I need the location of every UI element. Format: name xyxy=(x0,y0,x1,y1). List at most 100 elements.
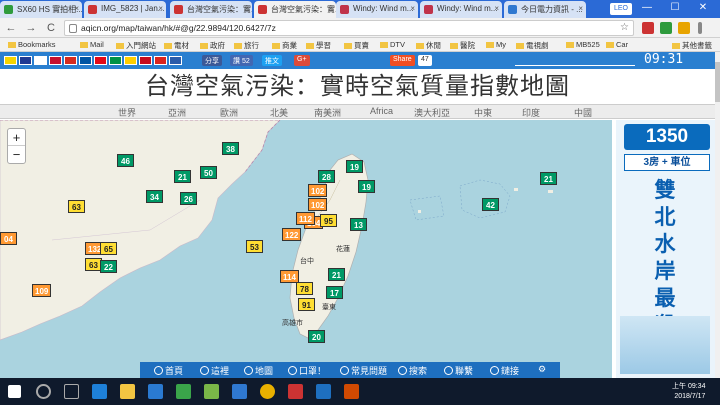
region-link[interactable]: 亞洲 xyxy=(168,106,186,119)
aqi-station-marker[interactable]: 21 xyxy=(174,170,191,183)
app-icon[interactable] xyxy=(344,384,359,399)
aqi-station-marker[interactable]: 19 xyxy=(358,180,375,193)
bookmark-item[interactable]: 學習 xyxy=(306,40,331,51)
region-link[interactable]: 北美 xyxy=(270,106,288,119)
facebook-share-button[interactable]: 分享 xyxy=(202,55,222,66)
language-flag-icon[interactable] xyxy=(169,56,182,65)
language-flag-icon[interactable] xyxy=(94,56,107,65)
menu-icon[interactable] xyxy=(698,22,702,34)
bottom-nav-item[interactable]: ⚙ xyxy=(538,364,546,375)
tab-close-icon[interactable]: × xyxy=(74,4,79,13)
bottom-nav-item[interactable]: 這裡 xyxy=(200,364,229,377)
language-flag-icon[interactable] xyxy=(49,56,62,65)
aqi-station-marker[interactable]: 63 xyxy=(68,200,85,213)
region-link[interactable]: 歐洲 xyxy=(220,106,238,119)
tab-close-icon[interactable]: × xyxy=(494,4,499,13)
user-badge[interactable]: LEO xyxy=(610,3,632,15)
forward-button[interactable]: → xyxy=(24,21,38,35)
region-link[interactable]: 中東 xyxy=(474,106,492,119)
taskbar-clock[interactable]: 上午 09:34 2018/7/17 xyxy=(672,382,705,402)
extension-icon[interactable] xyxy=(660,22,672,34)
language-flag-icon[interactable] xyxy=(19,56,32,65)
site-search-input[interactable] xyxy=(515,55,635,66)
aqi-station-marker[interactable]: 102 xyxy=(308,198,328,211)
extension-icon[interactable] xyxy=(678,22,690,34)
aqi-station-marker[interactable]: 112 xyxy=(296,212,315,225)
bottom-nav-item[interactable]: 鏈接 xyxy=(490,364,519,377)
task-view-icon[interactable] xyxy=(64,384,79,399)
aqi-station-marker[interactable]: 91 xyxy=(298,298,315,311)
minimize-button[interactable]: — xyxy=(636,2,658,16)
tab-close-icon[interactable]: × xyxy=(328,4,333,13)
share-button[interactable]: Share xyxy=(390,55,415,66)
bottom-nav-item[interactable]: 口罩！ xyxy=(288,364,326,377)
back-button[interactable]: ← xyxy=(4,21,18,35)
search-icon[interactable] xyxy=(36,384,51,399)
bottom-nav-item[interactable]: 聯繫 xyxy=(444,364,473,377)
language-flag-icon[interactable] xyxy=(34,56,47,65)
language-flag-icon[interactable] xyxy=(79,56,92,65)
aqi-station-marker[interactable]: 65 xyxy=(100,242,117,255)
region-link[interactable]: 世界 xyxy=(118,106,136,119)
file-explorer-icon[interactable] xyxy=(120,384,135,399)
bookmark-item[interactable]: My xyxy=(486,40,506,49)
aqi-station-marker[interactable]: 22 xyxy=(100,260,117,273)
bookmark-item[interactable]: 買賣 xyxy=(344,40,369,51)
browser-tab[interactable]: Windy: Wind m... × xyxy=(420,1,502,18)
region-link[interactable]: 印度 xyxy=(522,106,540,119)
aqi-station-marker[interactable]: 26 xyxy=(180,192,197,205)
star-icon[interactable]: ☆ xyxy=(620,22,629,33)
language-flag-icon[interactable] xyxy=(139,56,152,65)
aqi-station-marker[interactable]: 78 xyxy=(296,282,313,295)
aqi-station-marker[interactable]: 34 xyxy=(146,190,163,203)
chrome-icon[interactable] xyxy=(260,384,275,399)
browser-tab[interactable]: SX60 HS 實拍相... × xyxy=(0,1,82,18)
zoom-in-button[interactable]: + xyxy=(8,129,25,146)
aqi-station-marker[interactable]: 46 xyxy=(117,154,134,167)
app-icon[interactable] xyxy=(316,384,331,399)
extension-icon[interactable] xyxy=(642,22,654,34)
bookmark-other[interactable]: 其他書籤 xyxy=(672,40,712,51)
like-button[interactable]: 讚 52 xyxy=(230,55,253,66)
aqi-station-marker[interactable]: 42 xyxy=(482,198,499,211)
region-link[interactable]: 南美洲 xyxy=(314,106,341,119)
tab-close-icon[interactable]: × xyxy=(158,4,163,13)
app-icon[interactable] xyxy=(176,384,191,399)
tab-close-icon[interactable]: × xyxy=(244,4,249,13)
aqi-station-marker[interactable]: 109 xyxy=(32,284,52,297)
bottom-nav-item[interactable]: 常見問題 xyxy=(340,364,387,377)
region-link[interactable]: 澳大利亞 xyxy=(414,106,450,119)
google-plus-button[interactable]: G+ xyxy=(294,55,310,66)
bookmark-item[interactable]: DTV xyxy=(380,40,405,49)
bookmark-item[interactable]: 休閒 xyxy=(416,40,441,51)
bottom-nav-item[interactable]: 首頁 xyxy=(154,364,183,377)
bookmark-item[interactable]: 電材 xyxy=(164,40,189,51)
zoom-out-button[interactable]: − xyxy=(8,146,25,163)
aqi-station-marker[interactable]: 50 xyxy=(200,166,217,179)
aqi-station-marker[interactable]: 95 xyxy=(320,214,337,227)
aqi-station-marker[interactable]: 53 xyxy=(246,240,263,253)
bookmark-item[interactable]: Car xyxy=(606,40,628,49)
edge-icon[interactable] xyxy=(92,384,107,399)
bookmark-item[interactable]: 入門網站 xyxy=(116,40,156,51)
advertisement[interactable]: 1350 3房 + 車位 雙北水岸最殺價 xyxy=(616,120,715,378)
bookmark-item[interactable]: MB525 xyxy=(566,40,600,49)
page-scrollbar[interactable] xyxy=(715,52,720,378)
bottom-nav-item[interactable]: 搜索 xyxy=(398,364,427,377)
aqi-station-marker[interactable]: 21 xyxy=(540,172,557,185)
language-flag-icon[interactable] xyxy=(4,56,17,65)
bookmark-item[interactable]: Mail xyxy=(80,40,104,49)
aqi-station-marker[interactable]: 21 xyxy=(328,268,345,281)
aqi-station-marker[interactable]: 13 xyxy=(350,218,367,231)
aqi-station-marker[interactable]: 38 xyxy=(222,142,239,155)
aqi-station-marker[interactable]: 28 xyxy=(318,170,335,183)
browser-tab[interactable]: 台灣空氣污染：實... × xyxy=(254,1,336,18)
aqi-map[interactable]: 3846215034266304132656353109191910210210… xyxy=(0,120,612,378)
language-flag-icon[interactable] xyxy=(154,56,167,65)
aqi-station-marker[interactable]: 04 xyxy=(0,232,17,245)
language-flag-icon[interactable] xyxy=(64,56,77,65)
aqi-station-marker[interactable]: 17 xyxy=(326,286,343,299)
close-window-button[interactable]: ✕ xyxy=(692,2,714,16)
tab-close-icon[interactable]: × xyxy=(578,4,583,13)
language-flag-icon[interactable] xyxy=(124,56,137,65)
